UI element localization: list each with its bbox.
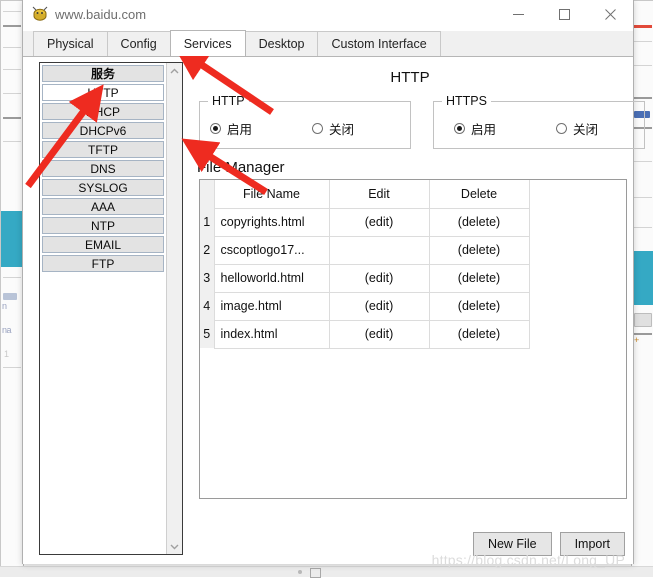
title-bar[interactable]: www.baidu.com xyxy=(23,0,633,31)
edit-link[interactable]: (edit) xyxy=(329,320,430,349)
column-header-delete[interactable]: Delete xyxy=(429,180,530,209)
packet-tracer-device-icon xyxy=(32,6,48,21)
minimize-button[interactable] xyxy=(495,0,541,29)
watermark: https://blog.csdn.net/Long_UP xyxy=(431,552,625,568)
close-icon xyxy=(604,9,616,20)
https-disable-radio[interactable]: 关闭 xyxy=(556,119,598,138)
edit-link[interactable]: (edit) xyxy=(329,208,430,237)
row-filler xyxy=(529,320,626,348)
sidebar-item-email[interactable]: EMAIL xyxy=(42,236,164,253)
edit-link[interactable]: (edit) xyxy=(329,264,430,293)
tab-services[interactable]: Services xyxy=(169,30,246,56)
table-row[interactable]: 1 copyrights.html (edit) (delete) xyxy=(200,208,626,237)
services-panel: 服务 HTTP DHCP DHCPv6 TFTP DNS SYSLOG AAA … xyxy=(39,62,183,555)
row-filler xyxy=(529,236,626,264)
sidebar-item-dhcp[interactable]: DHCP xyxy=(42,103,164,120)
row-number: 5 xyxy=(200,320,215,348)
row-filler xyxy=(529,292,626,320)
http-disable-radio[interactable]: 关闭 xyxy=(312,119,354,138)
table-header-row: File Name Edit Delete xyxy=(200,180,626,209)
scroll-down-icon[interactable] xyxy=(167,539,182,554)
delete-link[interactable]: (delete) xyxy=(429,208,530,237)
delete-link[interactable]: (delete) xyxy=(429,264,530,293)
file-name[interactable]: image.html xyxy=(214,292,330,321)
services-list[interactable]: 服务 HTTP DHCP DHCPv6 TFTP DNS SYSLOG AAA … xyxy=(40,63,166,554)
minimize-icon xyxy=(512,14,524,15)
row-number: 2 xyxy=(200,236,215,264)
device-config-window[interactable]: www.baidu.com Physical Config Services D… xyxy=(22,0,645,568)
row-number: 3 xyxy=(200,264,215,292)
sidebar-item-dns[interactable]: DNS xyxy=(42,160,164,177)
radio-selected-icon xyxy=(454,123,465,134)
sidebar-header-services: 服务 xyxy=(42,65,164,82)
table-row[interactable]: 3 helloworld.html (edit) (delete) xyxy=(200,264,626,293)
service-content: HTTP HTTP 启用 关闭 HTTPS 启用 关闭 File Manager… xyxy=(193,57,645,568)
tab-desktop[interactable]: Desktop xyxy=(244,31,319,56)
http-group: HTTP 启用 关闭 xyxy=(199,94,411,149)
scroll-up-icon[interactable] xyxy=(167,63,182,78)
row-number: 1 xyxy=(200,208,215,236)
tab-config[interactable]: Config xyxy=(106,31,171,56)
maximize-button[interactable] xyxy=(541,0,587,29)
background-window-left[interactable]: n na 1 xyxy=(0,0,24,568)
window-body: 服务 HTTP DHCP DHCPv6 TFTP DNS SYSLOG AAA … xyxy=(23,57,645,568)
window-title: www.baidu.com xyxy=(55,7,147,22)
edit-link[interactable] xyxy=(329,236,430,265)
edit-link[interactable]: (edit) xyxy=(329,292,430,321)
file-manager-table-container[interactable]: File Name Edit Delete 1 copyrights.html … xyxy=(199,179,627,499)
delete-link[interactable]: (delete) xyxy=(429,292,530,321)
http-disable-label: 关闭 xyxy=(329,123,355,137)
table-row[interactable]: 5 index.html (edit) (delete) xyxy=(200,320,626,349)
sidebar-item-dhcpv6[interactable]: DHCPv6 xyxy=(42,122,164,139)
radio-selected-icon xyxy=(210,123,221,134)
https-disable-label: 关闭 xyxy=(573,123,599,137)
column-header-file-name[interactable]: File Name xyxy=(214,180,330,209)
https-group-legend: HTTPS xyxy=(442,94,491,108)
sidebar-item-aaa[interactable]: AAA xyxy=(42,198,164,215)
row-filler xyxy=(529,208,626,236)
row-number: 4 xyxy=(200,292,215,320)
close-button[interactable] xyxy=(587,0,633,29)
https-enable-label: 启用 xyxy=(471,123,497,137)
sidebar-item-http[interactable]: HTTP xyxy=(42,84,164,101)
row-number-header xyxy=(200,180,215,208)
maximize-icon xyxy=(558,9,570,20)
https-group: HTTPS 启用 关闭 xyxy=(433,94,645,149)
tab-physical[interactable]: Physical xyxy=(33,31,108,56)
http-enable-label: 启用 xyxy=(227,123,253,137)
file-name[interactable]: helloworld.html xyxy=(214,264,330,293)
background-window-right[interactable]: + xyxy=(631,0,653,568)
delete-link[interactable]: (delete) xyxy=(429,320,530,349)
http-enable-radio[interactable]: 启用 xyxy=(210,119,252,138)
file-manager-table: File Name Edit Delete 1 copyrights.html … xyxy=(200,180,626,349)
tab-bar[interactable]: Physical Config Services Desktop Custom … xyxy=(23,30,633,57)
column-header-filler xyxy=(529,180,626,208)
sidebar-item-tftp[interactable]: TFTP xyxy=(42,141,164,158)
services-scrollbar[interactable] xyxy=(166,63,182,554)
row-filler xyxy=(529,264,626,292)
https-enable-radio[interactable]: 启用 xyxy=(454,119,496,138)
tab-custom-interface[interactable]: Custom Interface xyxy=(317,31,441,56)
table-row[interactable]: 4 image.html (edit) (delete) xyxy=(200,292,626,321)
sidebar-item-syslog[interactable]: SYSLOG xyxy=(42,179,164,196)
radio-unselected-icon xyxy=(556,123,568,134)
sidebar-item-ftp[interactable]: FTP xyxy=(42,255,164,272)
page-title: HTTP xyxy=(390,69,430,86)
file-name[interactable]: cscoptlogo17... xyxy=(214,236,330,265)
delete-link[interactable]: (delete) xyxy=(429,236,530,265)
file-name[interactable]: index.html xyxy=(214,320,330,349)
file-manager-title: File Manager xyxy=(197,159,285,176)
http-group-legend: HTTP xyxy=(208,94,249,108)
column-header-edit[interactable]: Edit xyxy=(329,180,430,209)
radio-unselected-icon xyxy=(312,123,324,134)
sidebar-item-ntp[interactable]: NTP xyxy=(42,217,164,234)
file-name[interactable]: copyrights.html xyxy=(214,208,330,237)
table-row[interactable]: 2 cscoptlogo17... (delete) xyxy=(200,236,626,265)
